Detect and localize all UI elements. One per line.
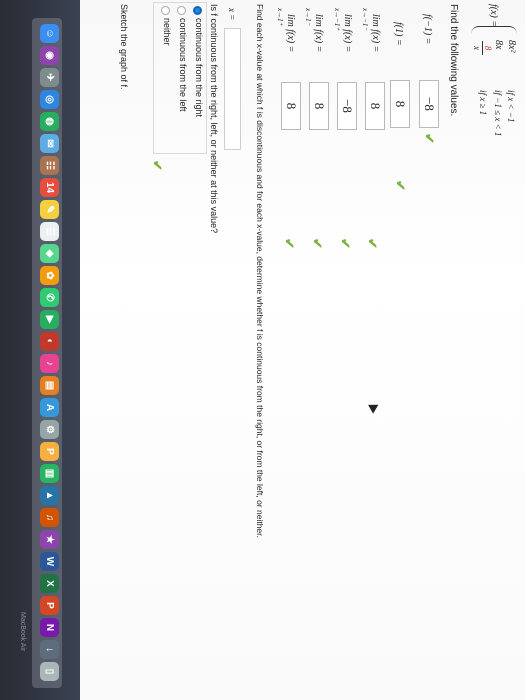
correct-check-icon: ✔ xyxy=(338,238,353,249)
photos-icon[interactable]: ✿ xyxy=(40,266,59,285)
case-2-cond: if −1 ≤ x < 1 xyxy=(493,90,503,137)
piecewise-brace xyxy=(471,26,517,37)
mail-icon[interactable]: ✉ xyxy=(40,134,59,153)
case-3-denominator: x xyxy=(472,46,482,50)
word-icon[interactable]: W xyxy=(40,552,59,571)
row-f-neg1-label: f(−1) = xyxy=(422,14,433,45)
correct-check-icon: ✔ xyxy=(365,238,380,249)
answer-f-neg1[interactable]: −8 xyxy=(419,80,439,128)
mouse-pointer-icon xyxy=(368,400,381,414)
contacts-icon[interactable]: ☷ xyxy=(40,156,59,175)
correct-check-icon: ✔ xyxy=(422,133,437,144)
case-1-expr: 8x² xyxy=(506,40,517,53)
row-lim-1-left-label: lim f(x) = xyxy=(313,14,324,53)
correct-check-icon: ✔ xyxy=(393,180,408,191)
finder-icon[interactable]: ☺ xyxy=(40,24,59,43)
answer-lim-neg1-left[interactable]: 8 xyxy=(365,82,385,130)
photobooth-icon[interactable]: ◐ xyxy=(40,332,59,351)
option-right-label[interactable]: continuous from the right xyxy=(194,18,204,117)
messages-icon[interactable]: ✆ xyxy=(40,288,59,307)
siri-icon[interactable]: ◉ xyxy=(40,46,59,65)
notes-icon[interactable]: ✎ xyxy=(40,200,59,219)
safari-icon[interactable]: ◎ xyxy=(40,90,59,109)
option-neither-label[interactable]: neither xyxy=(162,18,172,46)
answer-f-1[interactable]: 8 xyxy=(390,80,410,128)
option-left-label[interactable]: continuous from the left xyxy=(178,18,188,112)
answer-lim-1-left[interactable]: 8 xyxy=(309,82,329,130)
option-neither-radio[interactable] xyxy=(161,6,170,15)
laptop-screen: f(x) = 8x² if x < −1 8x if −1 ≤ x < 1 8 … xyxy=(0,0,525,700)
row-lim-1-right-label: lim f(x) = xyxy=(285,14,296,53)
maps-icon[interactable]: ◆ xyxy=(40,244,59,263)
case-2-expr: 8x xyxy=(493,40,504,50)
correct-check-icon: ✔ xyxy=(282,238,297,249)
option-left-radio[interactable] xyxy=(177,6,186,15)
ibooks-icon[interactable]: ▤ xyxy=(40,376,59,395)
find-values-heading: Find the following values. xyxy=(448,4,459,117)
continuity-question: Is f continuous from the right, left, or… xyxy=(209,4,219,234)
excel-icon[interactable]: X xyxy=(40,574,59,593)
discontinuity-prompt: Find each x-value at which f is disconti… xyxy=(255,4,265,538)
imovie-icon[interactable]: ★ xyxy=(40,530,59,549)
answer-lim-1-right[interactable]: 8 xyxy=(281,82,301,130)
row-lim-neg1-right-label: lim f(x) = xyxy=(342,14,353,53)
row-f-1-label: f(1) = xyxy=(393,22,404,46)
correct-check-icon: ✔ xyxy=(310,238,325,249)
webassign-question: f(x) = 8x² if x < −1 8x if −1 ≤ x < 1 8 … xyxy=(80,0,525,700)
preferences-icon[interactable]: ⚙ xyxy=(40,420,59,439)
keynote-icon[interactable]: ▲ xyxy=(40,486,59,505)
numbers-icon[interactable]: ▥ xyxy=(40,464,59,483)
itunes-icon[interactable]: ♪ xyxy=(40,354,59,373)
row-lim-1-right-sub: x→1⁺ xyxy=(276,8,284,26)
function-lhs: f(x) = xyxy=(488,4,499,28)
case-3-fraction: 8 x xyxy=(472,41,493,55)
garageband-icon[interactable]: ♫ xyxy=(40,508,59,527)
facetime-icon[interactable]: ▶ xyxy=(40,310,59,329)
reminders-icon[interactable]: ☰ xyxy=(40,222,59,241)
launchpad-icon[interactable]: ✈ xyxy=(40,68,59,87)
appstore-icon[interactable]: A xyxy=(40,398,59,417)
onenote-icon[interactable]: N xyxy=(40,618,59,637)
dock: ☺ ◉ ✈ ◎ ◍ ✉ ☷ 14 ✎ ☰ ◆ ✿ ✆ ▶ ◐ ♪ ▤ A ⚙ P ▥ ▲ ♫ ★ W X P N ↓ ▯ MacBook … xyxy=(0,0,80,700)
case-3-cond: if x ≥ 1 xyxy=(478,90,488,116)
x-value-input[interactable] xyxy=(224,28,241,150)
calendar-icon[interactable]: 14 xyxy=(40,178,59,197)
trash-icon[interactable]: ▯ xyxy=(40,662,59,681)
sketch-prompt: Sketch the graph of f. xyxy=(119,4,129,90)
row-lim-neg1-left-sub: x→−1⁻ xyxy=(361,8,369,31)
case-1-cond: if x < −1 xyxy=(506,90,516,123)
powerpoint-icon[interactable]: P xyxy=(40,596,59,615)
pages-icon[interactable]: P xyxy=(40,442,59,461)
device-brand: MacBook Air xyxy=(19,612,26,652)
answer-lim-neg1-right[interactable]: −8 xyxy=(337,82,357,130)
chrome-icon[interactable]: ◍ xyxy=(40,112,59,131)
downloads-icon[interactable]: ↓ xyxy=(40,640,59,659)
correct-check-icon: ✔ xyxy=(150,160,165,171)
x-value-label: x = xyxy=(227,8,237,21)
row-lim-1-left-sub: x→1⁻ xyxy=(304,8,312,26)
row-lim-neg1-right-sub: x→−1⁺ xyxy=(333,8,341,31)
case-3-numerator: 8 xyxy=(482,41,493,55)
row-lim-neg1-left-label: lim f(x) = xyxy=(370,14,381,53)
option-right-radio[interactable] xyxy=(193,6,202,15)
